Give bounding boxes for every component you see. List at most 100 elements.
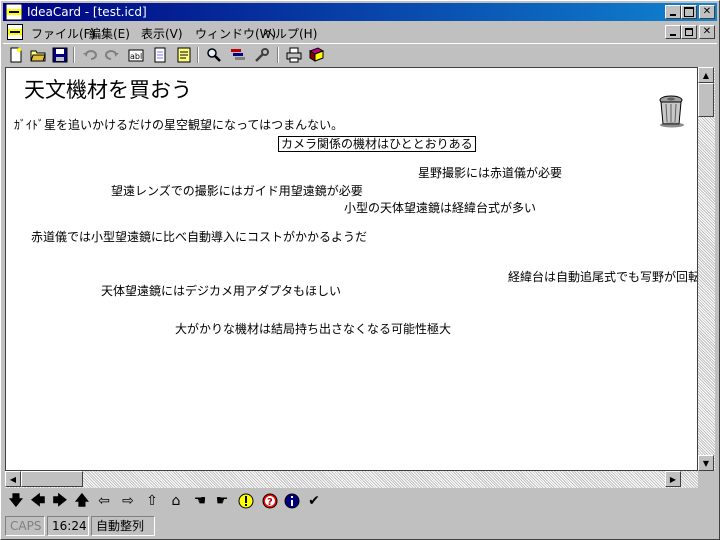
filter-icon [231, 49, 245, 60]
document-icon [7, 24, 23, 40]
book-icon [308, 47, 324, 62]
maximize-button[interactable] [681, 5, 697, 19]
scroll-right-button[interactable]: ▶ [665, 471, 681, 487]
close-button[interactable]: ✕ [699, 5, 715, 19]
confirm-button[interactable]: ✔ [305, 492, 323, 510]
arrow-down-icon: 🡇 [8, 493, 24, 509]
hand-left-button[interactable]: ☚ [191, 492, 209, 510]
trash-icon[interactable] [658, 94, 686, 128]
scroll-down-button[interactable]: ▼ [698, 455, 714, 471]
save-button[interactable] [51, 46, 69, 64]
app-window: IdeaCard - [test.icd] ✕ ファイル(F) 編集(E) 表示… [0, 0, 720, 540]
svg-text:abl: abl [130, 52, 142, 61]
search-icon [207, 48, 221, 62]
toolbar-separator [277, 47, 279, 63]
idea-card[interactable]: 小型の天体望遠鏡は経緯台式が多い [344, 201, 536, 215]
triangle-left-icon: ◀ [9, 474, 17, 484]
menu-view[interactable]: 表示(V) [141, 25, 183, 42]
doc-restore-icon [685, 28, 693, 36]
ideacard-app-icon [6, 4, 22, 20]
doc-minimize-icon [670, 34, 676, 36]
idea-card[interactable]: 赤道儀では小型望遠鏡に比べ自動導入にコストがかかるようだ [31, 230, 367, 244]
print-button[interactable] [285, 46, 303, 64]
auto-arrange-mode[interactable]: 自動整列 [91, 516, 155, 536]
toolbar-separator [197, 47, 199, 63]
outline-up-button[interactable]: ⇧ [143, 492, 161, 510]
doc-close-icon: ✕ [702, 26, 712, 37]
new-file-button[interactable] [7, 46, 25, 64]
open-folder-icon [30, 50, 46, 62]
hand-left-icon: ☚ [193, 493, 207, 509]
idea-card-selected[interactable]: カメラ関係の機材はひととおりある [278, 136, 476, 152]
idea-card[interactable]: 大がかりな機材は結局持ち出さなくなる可能性極大 [175, 322, 451, 336]
tools-button[interactable] [253, 46, 271, 64]
arrow-up-icon: 🡅 [74, 493, 90, 509]
check-icon: ✔ [308, 493, 320, 509]
warning-button[interactable] [237, 492, 255, 510]
new-file-icon [10, 47, 22, 63]
horizontal-scrollbar[interactable]: ◀ ▶ [5, 471, 698, 488]
undo-button[interactable] [81, 46, 99, 64]
print-icon [286, 47, 302, 63]
question-button[interactable]: ? [261, 492, 279, 510]
caps-indicator: CAPS [5, 516, 45, 536]
hand-right-button[interactable]: ☛ [213, 492, 231, 510]
idea-card[interactable]: 望遠レンズでの撮影にはガイド用望遠鏡が必要 [111, 184, 363, 198]
open-button[interactable] [29, 46, 47, 64]
scroll-up-button[interactable]: ▲ [698, 67, 714, 83]
outline-right-button[interactable]: ⇨ [119, 492, 137, 510]
page-title: 天文機材を買おう [24, 78, 192, 102]
scrollbar-corner [698, 471, 715, 488]
outline-left-icon: ⇦ [98, 493, 110, 509]
minimize-button[interactable] [665, 5, 681, 19]
move-down-button[interactable]: 🡇 [7, 492, 25, 510]
triangle-up-icon: ▲ [702, 70, 710, 80]
blank-card-button[interactable] [151, 46, 169, 64]
redo-button[interactable] [103, 46, 121, 64]
maximize-icon [684, 7, 694, 17]
idea-card[interactable]: 天体望遠鏡にはデジカメ用アダプタもほしい [101, 284, 341, 298]
menu-edit[interactable]: 編集(E) [89, 25, 130, 42]
outline-up-icon: ⇧ [146, 493, 158, 509]
text-card-icon: abl [128, 49, 144, 62]
warning-icon [238, 493, 254, 509]
outline-right-icon: ⇨ [122, 493, 134, 509]
text-card-button[interactable]: abl [127, 46, 145, 64]
idea-card[interactable]: 星野撮影には赤道儀が必要 [418, 166, 562, 180]
horizontal-scroll-thumb[interactable] [21, 471, 83, 487]
close-icon: ✕ [702, 6, 712, 17]
vertical-scroll-thumb[interactable] [698, 83, 714, 117]
blank-card-icon [154, 47, 166, 63]
tools-icon [255, 48, 269, 62]
info-button[interactable] [283, 492, 301, 510]
triangle-down-icon: ▼ [702, 458, 710, 468]
outline-home-button[interactable]: ⌂ [167, 492, 185, 510]
outline-left-button[interactable]: ⇦ [95, 492, 113, 510]
idea-card[interactable]: 経緯台は自動追尾式でも写野が回転 [508, 270, 697, 284]
search-button[interactable] [205, 46, 223, 64]
doc-restore-button[interactable] [681, 25, 697, 39]
scroll-left-button[interactable]: ◀ [5, 471, 21, 487]
book-button[interactable] [307, 46, 325, 64]
menu-file[interactable]: ファイル(F) [31, 25, 95, 42]
title-bar[interactable]: IdeaCard - [test.icd] ✕ [3, 3, 717, 21]
toolbar: abl [3, 43, 717, 66]
move-left-button[interactable]: 🡄 [29, 492, 47, 510]
card-canvas[interactable]: 天文機材を買おう ｶﾞｲﾄﾞ星を追いかけるだけの星空観望になってはつまんない。 … [5, 67, 698, 471]
move-right-button[interactable]: 🡆 [51, 492, 69, 510]
triangle-right-icon: ▶ [669, 474, 677, 484]
doc-minimize-button[interactable] [665, 25, 681, 39]
filter-button[interactable] [229, 46, 247, 64]
menu-help[interactable]: ヘルプ(H) [263, 25, 317, 42]
info-icon [284, 493, 300, 509]
move-up-button[interactable]: 🡅 [73, 492, 91, 510]
undo-icon [83, 50, 97, 60]
toolbar-separator [73, 47, 75, 63]
hand-right-icon: ☛ [215, 493, 229, 509]
note-card-button[interactable] [175, 46, 193, 64]
doc-close-button[interactable]: ✕ [699, 25, 715, 39]
navigation-toolbar: 🡇 🡄 🡆 🡅 ⇦ ⇨ ⇧ ⌂ ☚ ☛ ? ✔ [3, 490, 717, 512]
idea-card[interactable]: ｶﾞｲﾄﾞ星を追いかけるだけの星空観望になってはつまんない。 [14, 118, 343, 132]
vertical-scrollbar[interactable]: ▲ ▼ [698, 67, 715, 471]
save-icon [52, 47, 68, 63]
